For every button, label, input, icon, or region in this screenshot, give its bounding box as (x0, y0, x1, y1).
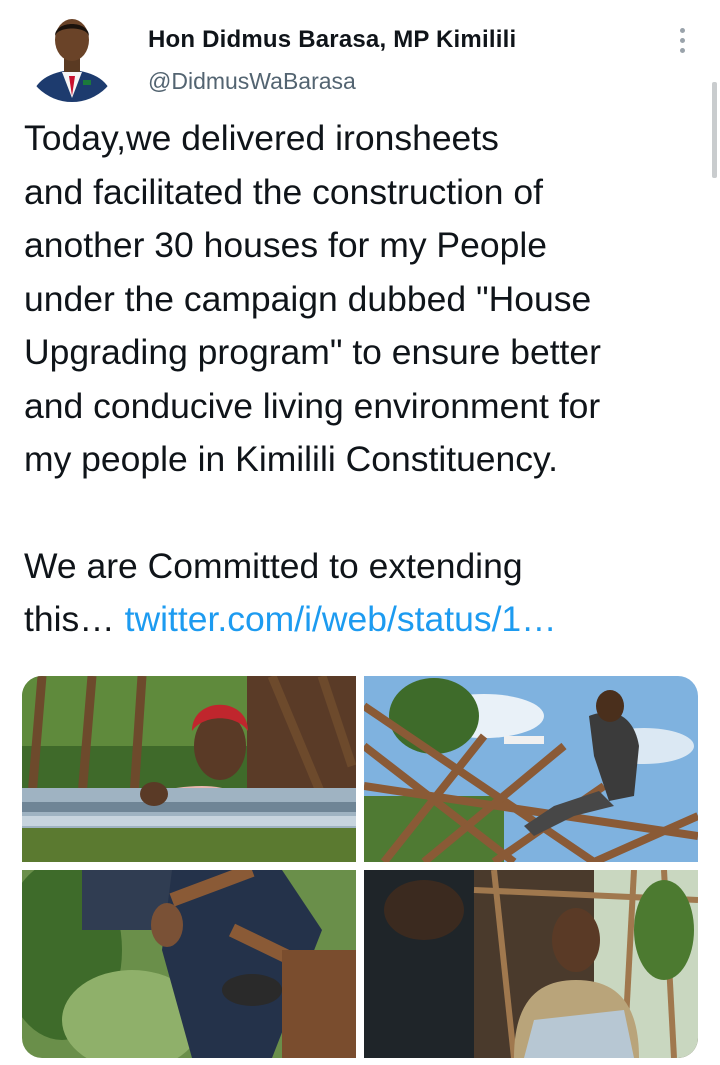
photo-man-in-construction-site (364, 870, 698, 1058)
tweet-line: We are Committed to extending (24, 545, 523, 586)
media-grid (22, 676, 698, 1058)
media-photo-2[interactable] (364, 676, 698, 862)
author-name[interactable]: Hon Didmus Barasa, MP Kimilili (148, 26, 516, 54)
media-photo-3[interactable] (22, 870, 356, 1058)
scrollbar[interactable] (712, 82, 717, 178)
tweet-line: and conducive living environment for (24, 385, 601, 426)
tweet-line-truncated: this… twitter.com/i/web/status/1… (24, 593, 704, 647)
more-vertical-icon[interactable] (670, 24, 694, 58)
media-photo-1[interactable] (22, 676, 356, 862)
author-avatar[interactable] (24, 6, 120, 102)
tweet-link[interactable]: twitter.com/i/web/status/1… (125, 599, 557, 639)
tweet-line: under the campaign dubbed "House (24, 278, 592, 319)
media-photo-4[interactable] (364, 870, 698, 1058)
tweet-line: my people in Kimilili Constituency. (24, 439, 559, 479)
truncated-text: this… (24, 599, 125, 639)
photo-woman-carrying-iron-sheets (22, 676, 356, 862)
author-handle[interactable]: @DidmusWaBarasa (148, 68, 356, 95)
photo-man-on-roof-frame (364, 676, 698, 862)
tweet-line: Today,we delivered ironsheets (24, 118, 499, 158)
tweet-line: Upgrading program" to ensure better (24, 332, 601, 372)
tweet-text: Today,we delivered ironsheets and facili… (24, 112, 704, 647)
profile-photo (24, 6, 120, 102)
tweet-line: and facilitated the construction of (24, 171, 544, 212)
tweet-line: another 30 houses for my People (24, 225, 547, 265)
photo-hands-with-timber (22, 870, 356, 1058)
